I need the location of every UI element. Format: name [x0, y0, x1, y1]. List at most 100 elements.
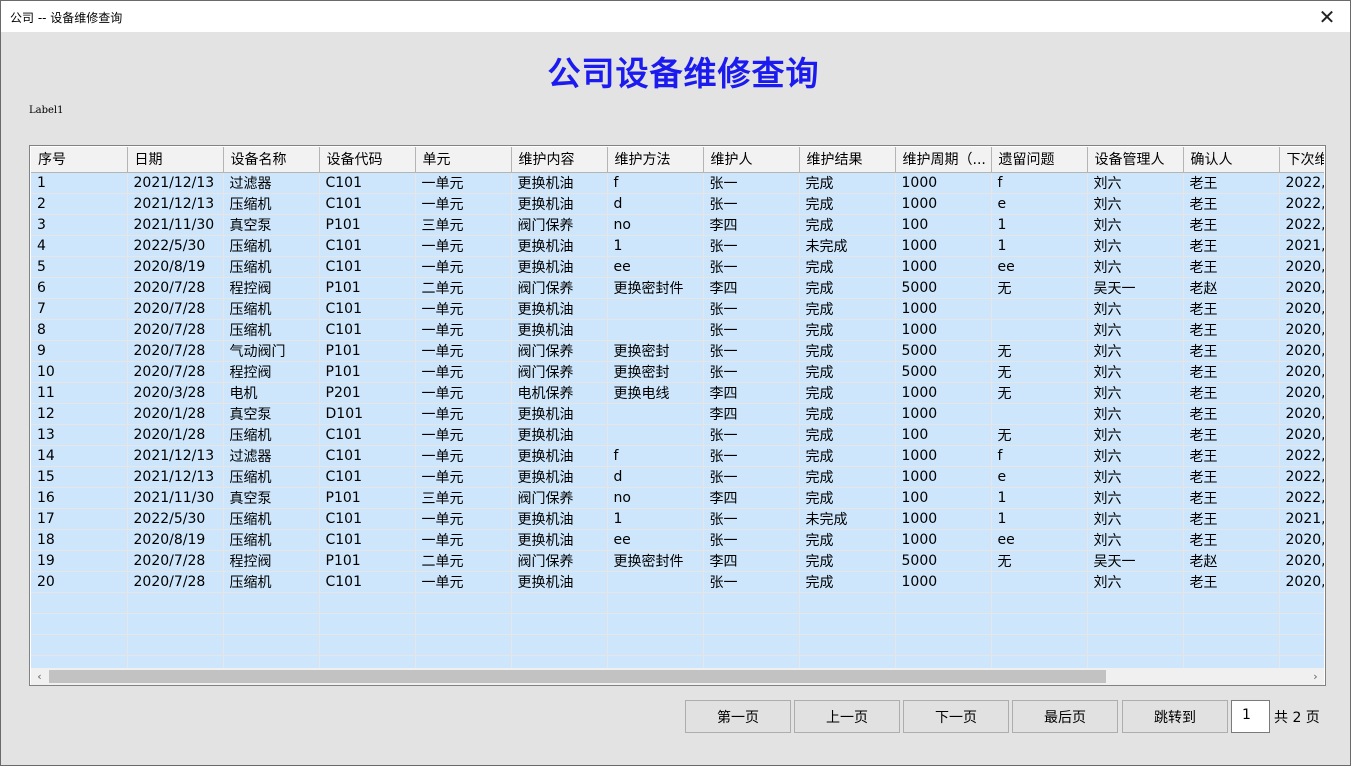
table-cell[interactable]: 压缩机 — [223, 508, 320, 530]
table-cell[interactable]: 阀门保养 — [511, 487, 608, 509]
table-cell[interactable]: 更换机油 — [511, 508, 608, 530]
table-cell[interactable]: 2020/7/28 — [127, 361, 224, 383]
table-cell[interactable] — [991, 319, 1088, 341]
table-cell[interactable]: ee — [607, 256, 704, 278]
table-cell[interactable]: 10 — [31, 361, 128, 383]
table-cell[interactable]: 2020, — [1279, 571, 1324, 593]
table-cell[interactable]: 1000 — [895, 445, 992, 467]
table-cell[interactable]: P101 — [319, 361, 416, 383]
table-cell[interactable]: 更换机油 — [511, 235, 608, 257]
table-cell[interactable]: 2021, — [1279, 235, 1324, 257]
table-cell[interactable]: 压缩机 — [223, 235, 320, 257]
table-cell[interactable]: 1 — [991, 235, 1088, 257]
table-cell[interactable]: 刘六 — [1087, 235, 1184, 257]
table-cell[interactable]: 张一 — [703, 424, 800, 446]
table-cell[interactable]: 老王 — [1183, 172, 1280, 194]
close-icon[interactable]: ✕ — [1304, 1, 1350, 32]
table-cell[interactable]: 2020/8/19 — [127, 256, 224, 278]
table-cell[interactable]: 张一 — [703, 529, 800, 551]
table-cell[interactable]: 16 — [31, 487, 128, 509]
table-cell[interactable]: 2021/12/13 — [127, 445, 224, 467]
table-row[interactable]: 8 2020/7/28 压缩机 C101 一单元 更换机油 张一 完成 1000 刘六 老王 2020… — [31, 319, 1324, 341]
column-header[interactable]: 维护人 — [703, 147, 800, 173]
table-cell[interactable]: P101 — [319, 550, 416, 572]
table-cell[interactable]: 一单元 — [415, 340, 512, 362]
table-cell[interactable] — [607, 571, 704, 593]
table-cell[interactable]: 5 — [31, 256, 128, 278]
table-cell[interactable]: 老王 — [1183, 382, 1280, 404]
table-row[interactable]: 19 2020/7/28 程控阀 P101 二单元 阀门保养 更换密封件 李四 完成 5000 无吴… — [31, 550, 1324, 572]
table-cell[interactable]: 2022, — [1279, 466, 1324, 488]
table-row[interactable]: 2 2021/12/13 压缩机 C101 一单元 更换机油 d 张一 完成 1000 e 刘六 老王 2… — [31, 193, 1324, 215]
table-cell[interactable]: f — [607, 172, 704, 194]
table-cell[interactable]: d — [607, 466, 704, 488]
table-cell[interactable]: 张一 — [703, 172, 800, 194]
table-cell[interactable]: 老王 — [1183, 235, 1280, 257]
table-cell[interactable]: 完成 — [799, 193, 896, 215]
table-cell[interactable]: 老王 — [1183, 403, 1280, 425]
table-cell[interactable] — [991, 571, 1088, 593]
table-cell[interactable]: 老王 — [1183, 193, 1280, 215]
table-cell[interactable]: 2022/5/30 — [127, 508, 224, 530]
table-cell[interactable]: 2020/1/28 — [127, 403, 224, 425]
table-cell[interactable]: 完成 — [799, 445, 896, 467]
table-cell[interactable]: P201 — [319, 382, 416, 404]
table-row[interactable]: 17 2022/5/30 压缩机 C101 一单元 更换机油 1 张一 未完成 1000 1 刘六 老王… — [31, 508, 1324, 530]
next-page-button[interactable]: 下一页 — [903, 700, 1009, 733]
table-cell[interactable]: 更换机油 — [511, 466, 608, 488]
table-cell[interactable]: e — [991, 466, 1088, 488]
column-header[interactable]: 确认人 — [1183, 147, 1280, 173]
table-cell[interactable]: 刘六 — [1087, 529, 1184, 551]
table-cell[interactable]: 刘六 — [1087, 193, 1184, 215]
column-header[interactable]: 设备名称 — [223, 147, 320, 173]
table-cell[interactable]: 100 — [895, 487, 992, 509]
table-cell[interactable]: 一单元 — [415, 403, 512, 425]
table-cell[interactable]: 2020, — [1279, 529, 1324, 551]
table-cell[interactable]: 老王 — [1183, 298, 1280, 320]
table-cell[interactable]: 吴天一 — [1087, 277, 1184, 299]
table-cell[interactable]: 张一 — [703, 571, 800, 593]
table-cell[interactable]: 压缩机 — [223, 466, 320, 488]
table-cell[interactable]: 2020/7/28 — [127, 298, 224, 320]
table-cell[interactable]: 2020/7/28 — [127, 550, 224, 572]
table-row[interactable]: 7 2020/7/28 压缩机 C101 一单元 更换机油 张一 完成 1000 刘六 老王 2020… — [31, 298, 1324, 320]
table-row[interactable]: 15 2021/12/13 压缩机 C101 一单元 更换机油 d 张一 完成 1000 e 刘六 老王… — [31, 466, 1324, 488]
table-cell[interactable]: 真空泵 — [223, 214, 320, 236]
table-cell[interactable]: 刘六 — [1087, 466, 1184, 488]
table-cell[interactable]: 2 — [31, 193, 128, 215]
table-cell[interactable]: 100 — [895, 424, 992, 446]
table-cell[interactable]: 一单元 — [415, 256, 512, 278]
table-cell[interactable]: no — [607, 214, 704, 236]
table-cell[interactable]: C101 — [319, 424, 416, 446]
table-cell[interactable]: 压缩机 — [223, 571, 320, 593]
table-cell[interactable]: 1000 — [895, 508, 992, 530]
table-cell[interactable]: 2022, — [1279, 172, 1324, 194]
table-cell[interactable]: 完成 — [799, 319, 896, 341]
table-cell[interactable]: 程控阀 — [223, 550, 320, 572]
table-cell[interactable]: 完成 — [799, 466, 896, 488]
table-cell[interactable]: 5000 — [895, 550, 992, 572]
table-cell[interactable]: 老王 — [1183, 445, 1280, 467]
table-cell[interactable]: 2020/7/28 — [127, 277, 224, 299]
table-cell[interactable]: 完成 — [799, 172, 896, 194]
table-cell[interactable]: 完成 — [799, 529, 896, 551]
table-cell[interactable]: 14 — [31, 445, 128, 467]
table-cell[interactable]: 更换机油 — [511, 319, 608, 341]
table-cell[interactable]: 李四 — [703, 382, 800, 404]
table-cell[interactable]: 完成 — [799, 424, 896, 446]
table-cell[interactable]: 张一 — [703, 445, 800, 467]
table-cell[interactable]: C101 — [319, 508, 416, 530]
table-cell[interactable]: 一单元 — [415, 319, 512, 341]
table-cell[interactable]: C101 — [319, 172, 416, 194]
table-cell[interactable]: 1000 — [895, 193, 992, 215]
table-cell[interactable]: 刘六 — [1087, 424, 1184, 446]
column-header[interactable]: 单元 — [415, 147, 512, 173]
table-cell[interactable]: C101 — [319, 235, 416, 257]
table-cell[interactable]: 老王 — [1183, 319, 1280, 341]
table-cell[interactable]: 完成 — [799, 571, 896, 593]
table-cell[interactable] — [607, 319, 704, 341]
table-cell[interactable]: 更换密封件 — [607, 277, 704, 299]
table-cell[interactable]: 更换机油 — [511, 172, 608, 194]
table-cell[interactable]: P101 — [319, 277, 416, 299]
table-cell[interactable]: P101 — [319, 214, 416, 236]
